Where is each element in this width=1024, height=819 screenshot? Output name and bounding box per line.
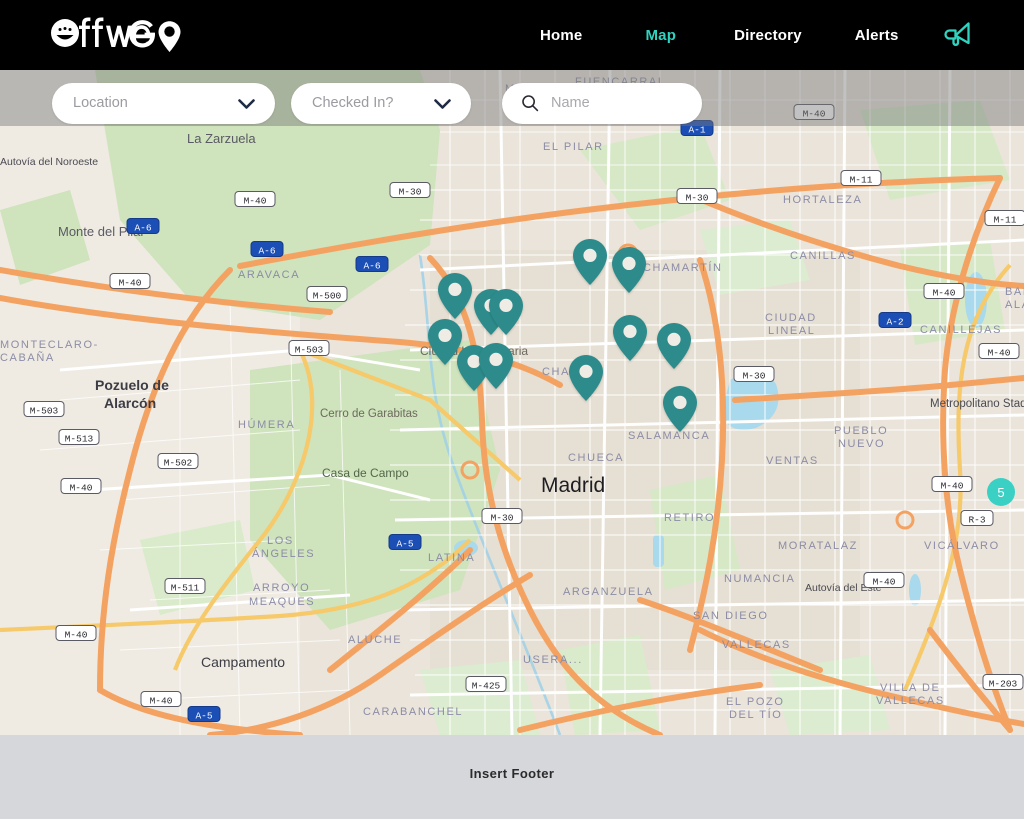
nav-item-map[interactable]: Map bbox=[645, 27, 676, 44]
nav-item-alerts[interactable]: Alerts bbox=[855, 27, 899, 44]
checked-in-dropdown-label: Checked In? bbox=[312, 95, 394, 111]
filter-bar: Location Checked In? bbox=[0, 82, 1024, 124]
chevron-down-icon bbox=[238, 97, 255, 109]
map-marker-11[interactable] bbox=[568, 354, 604, 402]
map-marker-1[interactable] bbox=[437, 272, 473, 320]
search-input[interactable] bbox=[551, 95, 671, 111]
footer-text: Insert Footer bbox=[469, 765, 555, 781]
search-icon bbox=[521, 94, 539, 112]
chevron-down-icon bbox=[434, 97, 451, 109]
map-marker-6[interactable] bbox=[478, 342, 514, 390]
map-cluster-badge[interactable]: 5 bbox=[987, 478, 1015, 506]
map-container[interactable]: .rd-main { stroke:#f4a261; fill:none; } … bbox=[0, 70, 1024, 735]
nav-item-home[interactable]: Home bbox=[540, 27, 582, 44]
map-marker-12[interactable] bbox=[662, 385, 698, 433]
map-marker-8[interactable] bbox=[611, 246, 647, 294]
location-dropdown[interactable]: Location bbox=[52, 82, 275, 124]
megaphone-icon[interactable] bbox=[941, 16, 981, 54]
logo-offwego[interactable] bbox=[50, 17, 184, 53]
name-search-box[interactable] bbox=[502, 82, 702, 124]
main-nav: Home Map Directory Alerts bbox=[540, 0, 898, 70]
map-marker-3[interactable] bbox=[488, 288, 524, 336]
checked-in-dropdown[interactable]: Checked In? bbox=[291, 82, 471, 124]
site-footer: Insert Footer bbox=[0, 735, 1024, 819]
nav-item-directory[interactable]: Directory bbox=[734, 27, 802, 44]
location-dropdown-label: Location bbox=[73, 95, 128, 111]
site-header: Home Map Directory Alerts bbox=[0, 0, 1024, 70]
map-marker-7[interactable] bbox=[572, 238, 608, 286]
app-root: Home Map Directory Alerts La Zarzuela Mo… bbox=[0, 0, 1024, 819]
map-marker-10[interactable] bbox=[656, 322, 692, 370]
map-markers-layer: 5 bbox=[0, 70, 1024, 735]
map-marker-9[interactable] bbox=[612, 314, 648, 362]
